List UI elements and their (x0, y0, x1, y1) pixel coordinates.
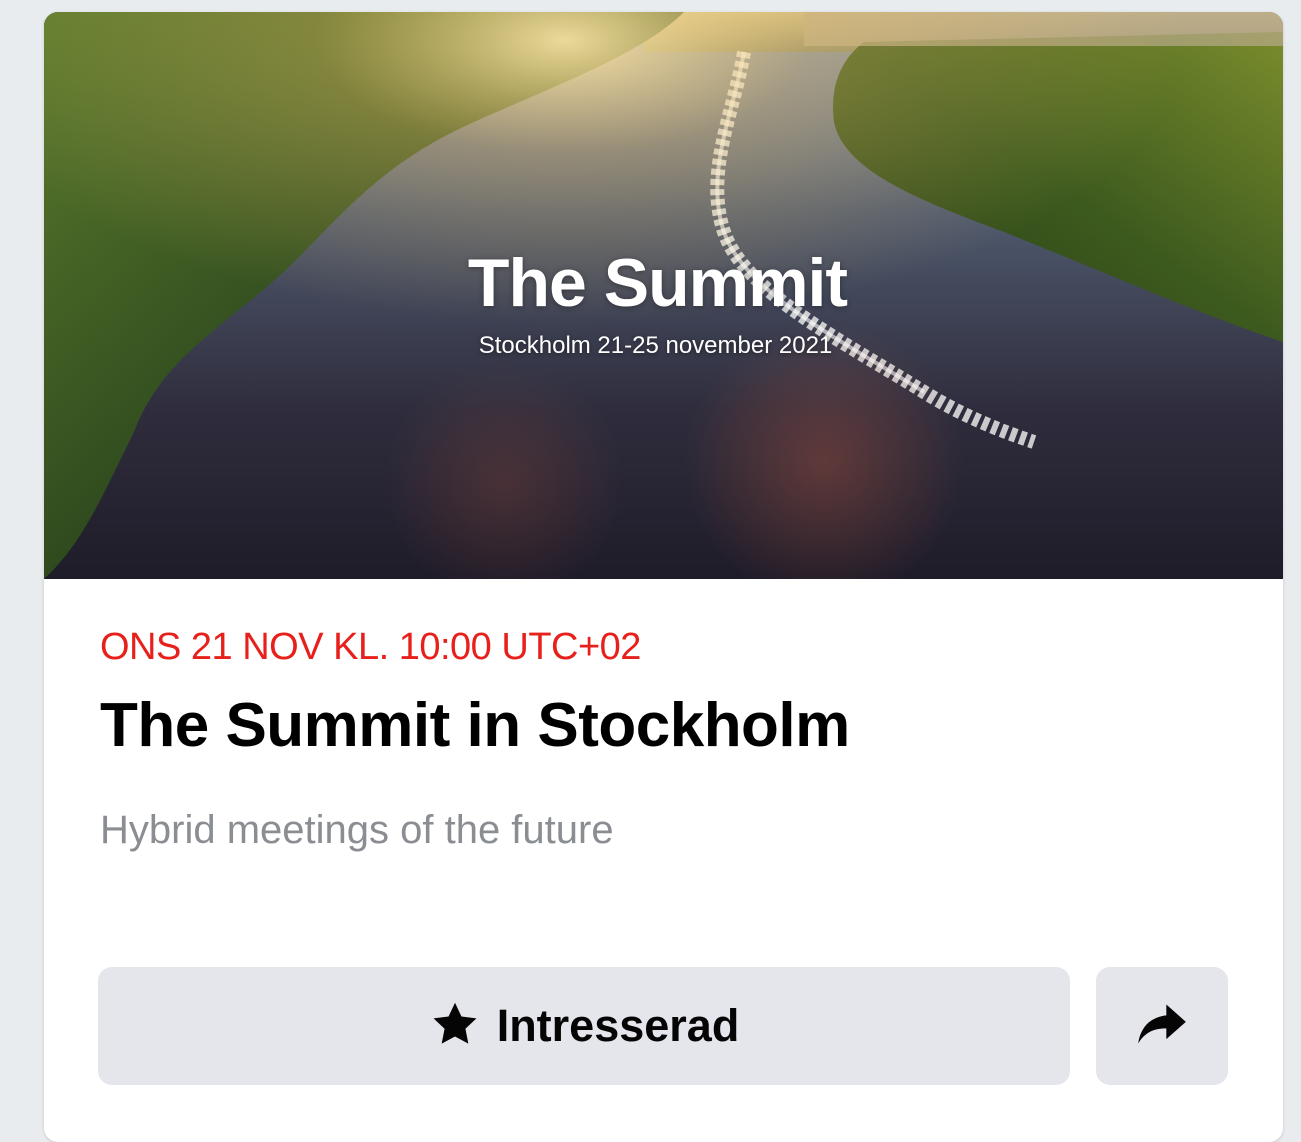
event-subtitle: Hybrid meetings of the future (100, 808, 614, 852)
share-button[interactable] (1096, 967, 1228, 1085)
event-cover-image[interactable]: The Summit Stockholm 21-25 november 2021 (44, 12, 1283, 579)
event-date: ONS 21 NOV KL. 10:00 UTC+02 (100, 626, 641, 668)
interested-label: Intresserad (496, 1000, 740, 1051)
event-card: The Summit Stockholm 21-25 november 2021… (44, 12, 1283, 1142)
interested-button[interactable]: Intresserad (98, 967, 1070, 1085)
cover-title: The Summit (467, 245, 848, 321)
cover-subtitle: Stockholm 21-25 november 2021 (478, 332, 833, 359)
star-icon (429, 999, 481, 1054)
share-arrow-icon (1136, 1000, 1188, 1053)
event-title[interactable]: The Summit in Stockholm (100, 690, 850, 761)
